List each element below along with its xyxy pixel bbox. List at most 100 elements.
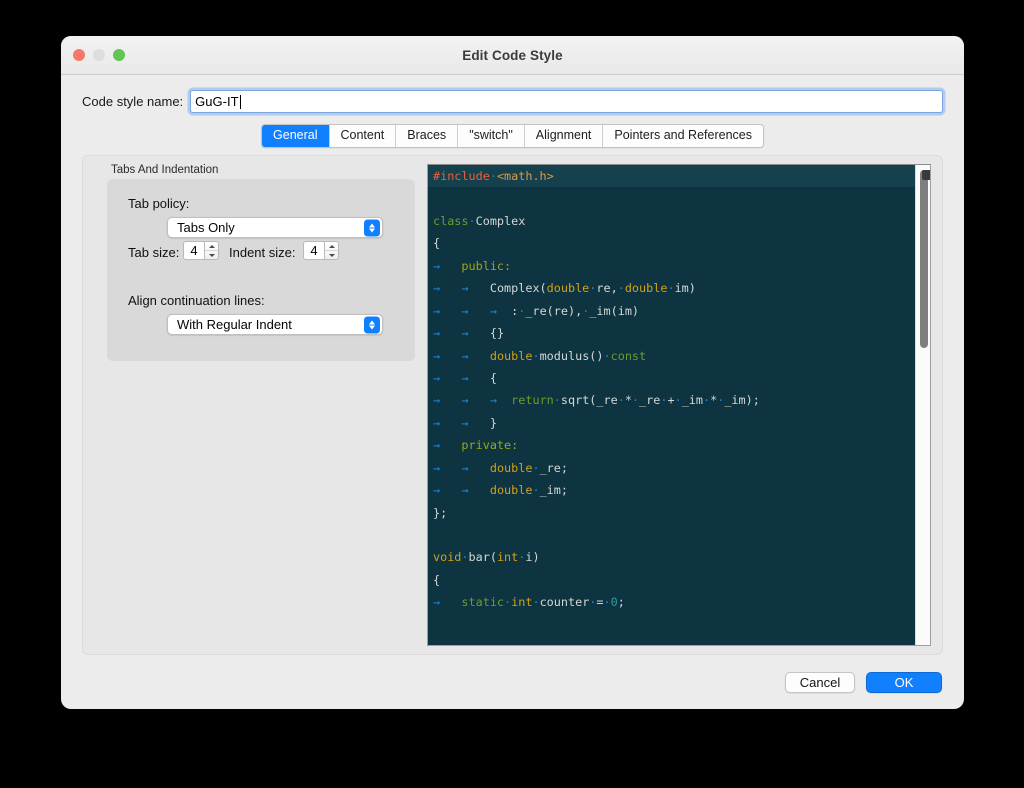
code-line: {: [428, 232, 915, 254]
code-token: →: [433, 348, 462, 363]
code-token: double: [624, 281, 668, 296]
tab-braces[interactable]: Braces: [396, 125, 459, 147]
code-line: → → double·_im;: [428, 479, 915, 501]
tab-size-increment-button[interactable]: [205, 242, 218, 251]
code-token: counter: [539, 595, 590, 610]
align-continuation-lines-select[interactable]: With Regular Indent: [167, 314, 383, 335]
code-token: double: [546, 281, 590, 296]
code-token: →: [461, 281, 490, 296]
code-token: →: [461, 326, 490, 341]
code-token: →: [433, 595, 462, 610]
code-preview-scrollbar-thumb[interactable]: [919, 170, 930, 348]
code-token: →: [433, 393, 462, 408]
code-token: →: [433, 281, 462, 296]
code-preview-scroll-area[interactable]: #include·<math.h> class·Complex{→ public…: [428, 165, 915, 645]
code-token: →: [433, 370, 462, 385]
tabs-and-indentation-group-title: Tabs And Indentation: [111, 164, 219, 176]
close-window-button[interactable]: [73, 49, 85, 61]
settings-tabs: General Content Braces "switch" Alignmen…: [261, 124, 764, 148]
tab-size-value[interactable]: 4: [183, 241, 205, 260]
code-token: return: [511, 393, 554, 408]
code-token: →: [433, 326, 462, 341]
indent-size-label: Indent size:: [229, 245, 296, 260]
tabs-and-indentation-group: Tab policy: Tabs Only Tab size: 4 Indent…: [107, 179, 415, 361]
code-token: _re(re),: [525, 303, 583, 318]
settings-tabbar: General Content Braces "switch" Alignmen…: [61, 113, 964, 148]
code-token: modulus(): [539, 348, 604, 363]
code-token: im): [674, 281, 696, 296]
tab-switch[interactable]: "switch": [458, 125, 525, 147]
code-line: → → double·modulus()·const: [428, 345, 915, 367]
code-token: ·: [617, 281, 625, 296]
code-token: _im(im): [589, 303, 640, 318]
code-token: _re: [639, 393, 661, 408]
code-token: →: [461, 460, 490, 475]
tab-policy-label: Tab policy:: [128, 196, 190, 211]
code-token: →: [461, 415, 490, 430]
code-token: bar(: [468, 550, 497, 565]
code-token: double: [489, 348, 533, 363]
maximize-window-button[interactable]: [113, 49, 125, 61]
tab-general[interactable]: General: [262, 125, 330, 147]
code-token: _im: [681, 393, 703, 408]
code-line: → → → :·_re(re),·_im(im): [428, 300, 915, 322]
indent-size-value[interactable]: 4: [303, 241, 325, 260]
ok-button[interactable]: OK: [866, 671, 942, 693]
code-token: →: [433, 438, 462, 453]
tab-pointers-and-references[interactable]: Pointers and References: [603, 125, 763, 147]
code-preview-scrollbar[interactable]: [915, 165, 930, 645]
code-token: →: [489, 393, 512, 408]
code-token: <math.h>: [496, 169, 554, 183]
indent-size-decrement-button[interactable]: [325, 251, 338, 259]
code-token: sqrt(_re: [560, 393, 618, 408]
indent-size-increment-button[interactable]: [325, 242, 338, 251]
tab-policy-select[interactable]: Tabs Only: [167, 217, 383, 238]
indent-size-stepper-buttons[interactable]: [325, 241, 339, 260]
code-token: ·: [603, 595, 611, 610]
code-token: {}: [489, 326, 505, 341]
code-token: =: [596, 595, 604, 610]
code-token: ·: [667, 281, 675, 296]
tab-content[interactable]: Content: [329, 125, 397, 147]
tab-policy-value: Tabs Only: [177, 220, 235, 235]
indent-size-stepper[interactable]: 4: [303, 241, 339, 260]
code-token: }: [489, 415, 497, 430]
code-token: →: [461, 483, 490, 498]
code-token: ·: [532, 483, 540, 498]
tab-size-stepper-buttons[interactable]: [205, 241, 219, 260]
code-line: → → }: [428, 412, 915, 434]
edit-code-style-window: Edit Code Style Code style name: GuG-IT …: [61, 36, 964, 709]
code-token: ·: [631, 393, 640, 408]
code-token: ·: [674, 393, 682, 408]
code-token: →: [433, 415, 462, 430]
code-style-name-input[interactable]: GuG-IT: [190, 90, 943, 113]
code-line: {: [428, 569, 915, 591]
code-line: → → → return·sqrt(_re·*·_re·+·_im·*·_im)…: [428, 389, 915, 411]
code-token: →: [489, 303, 512, 318]
tab-alignment[interactable]: Alignment: [524, 125, 604, 147]
code-token: {: [489, 370, 497, 385]
code-token: →: [433, 460, 462, 475]
tab-size-stepper[interactable]: 4: [183, 241, 219, 260]
code-line: class·Complex: [428, 210, 915, 232]
code-style-name-row: Code style name: GuG-IT: [61, 75, 964, 113]
chevron-up-down-icon: [363, 316, 380, 333]
code-token: private:: [461, 438, 519, 453]
tab-size-decrement-button[interactable]: [205, 251, 218, 259]
code-preview-text: #include·<math.h> class·Complex{→ public…: [428, 165, 915, 614]
code-token: →: [433, 258, 462, 273]
code-token: ·: [468, 213, 476, 228]
code-token: _im;: [539, 483, 568, 498]
tab-size-label: Tab size:: [128, 245, 180, 260]
minimize-window-button[interactable]: [93, 49, 105, 61]
code-token: Complex: [475, 213, 526, 228]
code-token: class: [433, 213, 469, 228]
dialog-footer: Cancel OK: [61, 655, 964, 709]
code-token: };: [433, 505, 448, 520]
code-token: const: [610, 348, 647, 363]
code-token: ·: [617, 393, 625, 408]
cancel-button[interactable]: Cancel: [785, 671, 855, 693]
code-token: ·: [461, 550, 469, 565]
code-token: ·: [489, 169, 497, 183]
code-token: →: [433, 483, 462, 498]
